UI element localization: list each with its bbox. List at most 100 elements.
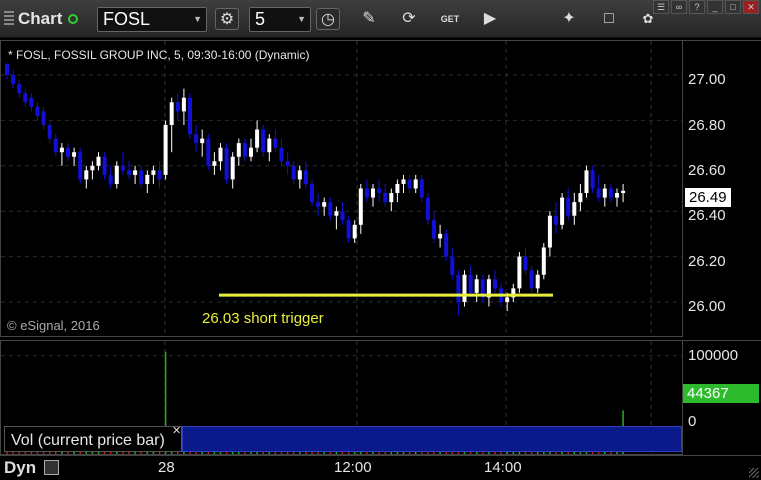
candle-body xyxy=(139,170,144,184)
candle-body xyxy=(413,179,418,189)
chart-header: * FOSL, FOSSIL GROUP INC, 5, 09:30-16:00… xyxy=(8,48,310,62)
volume-study-label[interactable]: Vol (current price bar) xyxy=(4,426,182,452)
get-icon[interactable]: GET xyxy=(438,8,462,30)
lock-icon[interactable] xyxy=(44,460,59,475)
link-status-icon[interactable] xyxy=(68,14,79,24)
volume-axis[interactable]: 100000 0 44367 xyxy=(683,340,761,455)
candle-body xyxy=(602,188,607,198)
candle-body xyxy=(474,279,479,293)
candle-body xyxy=(285,161,290,166)
candle-body xyxy=(590,170,595,189)
price-tick: 26.00 xyxy=(688,298,726,315)
candle-body xyxy=(346,220,351,239)
tools-icon[interactable]: ✦ xyxy=(557,8,581,30)
candle-body xyxy=(151,170,156,175)
close-study-icon[interactable]: ✕ xyxy=(172,424,181,437)
price-tick: 26.80 xyxy=(688,117,726,134)
candle-body xyxy=(529,270,534,289)
candle-body xyxy=(554,215,558,225)
link-window-icon[interactable]: ∞ xyxy=(671,0,687,14)
candle-body xyxy=(163,124,168,175)
candle-body xyxy=(608,188,613,198)
candle-body xyxy=(169,102,174,125)
candle-body xyxy=(456,274,461,302)
candle-body xyxy=(261,129,266,153)
window-title-text: Chart xyxy=(18,9,63,28)
time-tick: 28 xyxy=(158,459,175,476)
last-price-tag: 26.49 xyxy=(685,188,731,207)
candle-body xyxy=(621,190,626,194)
minimize-icon[interactable]: _ xyxy=(707,0,723,14)
symbol-value: FOSL xyxy=(103,9,151,29)
candle-body xyxy=(120,165,125,171)
candle-body xyxy=(444,233,449,257)
candle-body xyxy=(425,197,430,221)
candle-body xyxy=(218,147,223,162)
candle-body xyxy=(364,188,369,198)
interval-select[interactable]: 5 ▼ xyxy=(249,7,311,32)
candle-body xyxy=(407,179,412,189)
candle-body xyxy=(578,193,583,203)
candle-body xyxy=(273,138,278,148)
chevron-down-icon[interactable]: ▼ xyxy=(193,8,202,31)
candle-body xyxy=(242,143,247,157)
candle-body xyxy=(316,202,321,207)
candle-body xyxy=(438,233,443,239)
candle-body xyxy=(249,147,253,157)
candle-body xyxy=(194,134,199,144)
candle-body xyxy=(291,165,296,180)
play-icon[interactable]: ▶ xyxy=(478,8,502,30)
maximize-icon[interactable]: □ xyxy=(725,0,741,14)
price-tick: 27.00 xyxy=(688,71,726,88)
candle-body xyxy=(383,193,388,203)
help-icon[interactable]: ? xyxy=(689,0,705,14)
candle-body xyxy=(297,170,302,180)
candle-body xyxy=(358,188,363,225)
symbol-input[interactable]: FOSL ▼ xyxy=(97,7,207,32)
candle-body xyxy=(200,138,205,144)
price-chart[interactable] xyxy=(1,41,682,336)
candle-body xyxy=(389,193,394,203)
dyn-label[interactable]: Dyn xyxy=(4,458,36,478)
candle-body xyxy=(584,170,589,194)
comment-icon[interactable]: □ xyxy=(597,8,621,30)
drag-grip-icon[interactable] xyxy=(4,11,14,27)
candle-body xyxy=(133,170,138,175)
close-icon[interactable]: ✕ xyxy=(743,0,759,14)
time-tick: 12:00 xyxy=(334,459,372,476)
candle-body xyxy=(66,147,70,157)
candle-body xyxy=(523,256,528,271)
gear-icon[interactable]: ⚙ xyxy=(215,8,239,30)
candle-body xyxy=(59,147,64,153)
options-icon[interactable]: ☰ xyxy=(653,0,669,14)
candle-body xyxy=(157,170,162,180)
candle-body xyxy=(340,211,345,221)
trigger-annotation[interactable]: 26.03 short trigger xyxy=(202,310,324,327)
candle-body xyxy=(188,97,192,135)
clock-icon[interactable]: ◷ xyxy=(316,8,340,30)
time-tick: 14:00 xyxy=(484,459,522,476)
candle-body xyxy=(493,279,497,289)
candle-body xyxy=(371,188,375,198)
price-tick: 26.40 xyxy=(688,207,726,224)
chevron-down-icon[interactable]: ▼ xyxy=(297,8,306,31)
candle-body xyxy=(596,188,601,198)
candle-body xyxy=(535,274,540,289)
candle-body xyxy=(419,179,424,198)
candle-body xyxy=(236,143,241,157)
refresh-icon[interactable]: ⟳ xyxy=(397,8,421,30)
chart-toolbar: Chart FOSL ▼ ⚙ 5 ▼ ◷ ✎ ⟳ GET ▶ ✦ □ ✿ ☰ ∞… xyxy=(0,0,761,38)
resize-grip-icon[interactable] xyxy=(749,468,759,478)
candle-body xyxy=(35,106,40,116)
candle-body xyxy=(206,138,211,166)
price-tick: 26.60 xyxy=(688,162,726,179)
candle-body xyxy=(29,97,34,107)
pencil-icon[interactable]: ✎ xyxy=(357,8,381,30)
candle-body xyxy=(224,147,229,180)
time-axis[interactable]: Dyn 28 12:00 14:00 xyxy=(0,455,761,480)
candle-body xyxy=(401,179,406,184)
price-pane[interactable] xyxy=(0,40,683,337)
candle-body xyxy=(328,202,333,216)
price-axis[interactable]: 27.00 26.80 26.60 26.40 26.20 26.00 26.4… xyxy=(683,40,761,337)
candle-body xyxy=(102,156,107,175)
